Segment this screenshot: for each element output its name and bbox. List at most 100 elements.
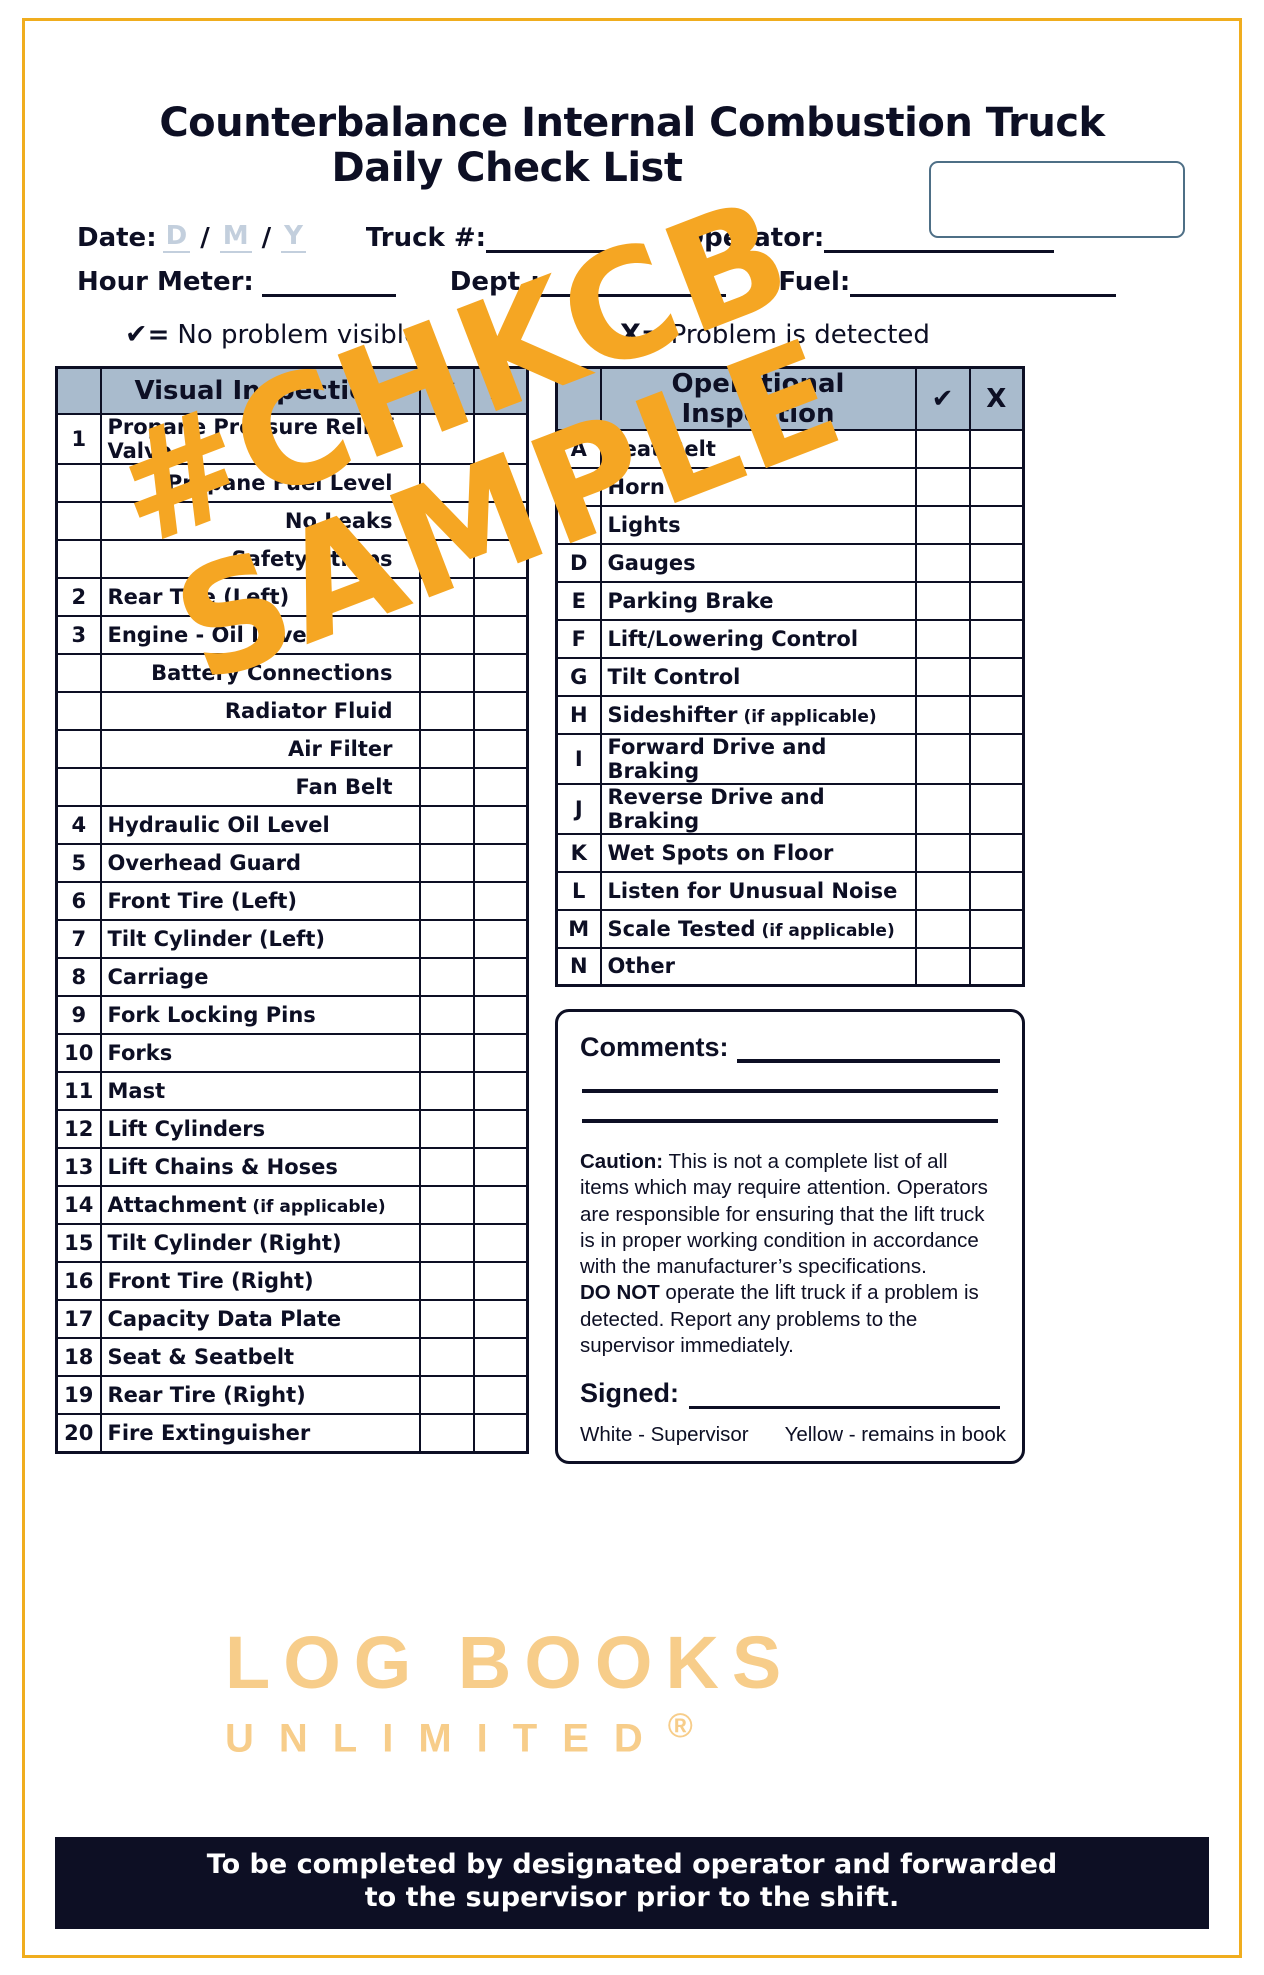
x-cell[interactable] [472,463,529,504]
row-number: 9 [55,995,102,1036]
x-cell[interactable] [968,504,1025,545]
operator-input[interactable] [824,249,1055,253]
signature-input[interactable] [689,1405,1000,1410]
row-item-label: Hydraulic Oil Level [99,805,421,846]
check-cell[interactable] [914,832,971,873]
check-cell[interactable] [418,995,475,1036]
x-cell[interactable] [472,653,529,694]
x-cell[interactable] [472,501,529,542]
check-cell[interactable] [914,946,971,987]
x-cell[interactable] [472,1185,529,1226]
check-cell[interactable] [418,1223,475,1264]
check-cell[interactable] [914,504,971,545]
x-cell[interactable] [968,694,1025,735]
x-cell[interactable] [472,1223,529,1264]
x-cell[interactable] [472,539,529,580]
check-cell[interactable] [914,870,971,911]
x-cell[interactable] [472,995,529,1036]
x-cell[interactable] [472,957,529,998]
x-cell[interactable] [472,881,529,922]
check-cell[interactable] [418,957,475,998]
check-cell[interactable] [418,1185,475,1226]
check-cell[interactable] [418,653,475,694]
hour-meter-input[interactable] [261,293,396,297]
check-cell[interactable] [914,428,971,469]
x-cell[interactable] [472,1109,529,1150]
x-cell[interactable] [968,428,1025,469]
check-cell[interactable] [418,1147,475,1188]
x-cell[interactable] [472,413,529,466]
x-cell[interactable] [472,615,529,656]
check-cell[interactable] [914,618,971,659]
check-cell[interactable] [914,466,971,507]
check-cell[interactable] [418,1071,475,1112]
x-cell[interactable] [472,767,529,808]
header-entry-box[interactable] [929,161,1185,238]
date-year-field[interactable]: Y [281,223,306,253]
date-day-field[interactable]: D [162,223,191,253]
check-cell[interactable] [914,580,971,621]
x-cell[interactable] [472,805,529,846]
x-cell[interactable] [472,1147,529,1188]
x-cell[interactable] [472,1337,529,1378]
x-cell[interactable] [968,466,1025,507]
check-cell[interactable] [418,843,475,884]
check-cell[interactable] [914,908,971,949]
date-month-field[interactable]: M [219,223,252,253]
x-cell[interactable] [472,729,529,770]
check-cell[interactable] [914,732,971,785]
truck-number-input[interactable] [486,249,637,253]
x-cell[interactable] [472,1261,529,1302]
fuel-input[interactable] [850,293,1117,297]
x-cell[interactable] [968,832,1025,873]
check-cell[interactable] [418,691,475,732]
x-cell[interactable] [968,542,1025,583]
x-cell[interactable] [472,1299,529,1340]
check-cell[interactable] [914,542,971,583]
check-cell[interactable] [418,1033,475,1074]
comments-input-line-1[interactable] [736,1058,1000,1064]
check-cell[interactable] [418,615,475,656]
x-cell[interactable] [472,843,529,884]
x-cell[interactable] [968,946,1025,987]
check-cell[interactable] [418,1109,475,1150]
row-item-label: Rear Tire (Right) [99,1375,421,1416]
x-cell[interactable] [472,1375,529,1416]
check-cell[interactable] [418,881,475,922]
x-cell[interactable] [472,1033,529,1074]
check-cell[interactable] [418,1337,475,1378]
table-row: L Listen for Unusual Noise [555,870,1025,911]
x-cell[interactable] [472,1071,529,1112]
x-cell[interactable] [968,870,1025,911]
check-cell[interactable] [418,463,475,504]
x-cell[interactable] [472,919,529,960]
x-cell[interactable] [968,580,1025,621]
x-cell[interactable] [472,691,529,732]
x-cell[interactable] [472,1413,529,1454]
dept-input[interactable] [540,293,727,297]
check-cell[interactable] [914,782,971,835]
comments-input-line-3[interactable] [582,1119,998,1124]
x-cell[interactable] [968,618,1025,659]
check-cell[interactable] [914,656,971,697]
check-cell[interactable] [418,919,475,960]
x-cell[interactable] [968,656,1025,697]
check-cell[interactable] [418,729,475,770]
check-cell[interactable] [418,539,475,580]
check-cell[interactable] [418,413,475,466]
check-cell[interactable] [418,577,475,618]
x-cell[interactable] [472,577,529,618]
x-cell[interactable] [968,908,1025,949]
check-cell[interactable] [418,1413,475,1454]
x-cell[interactable] [968,732,1025,785]
x-cell[interactable] [968,782,1025,835]
check-cell[interactable] [914,694,971,735]
check-cell[interactable] [418,1261,475,1302]
check-cell[interactable] [418,805,475,846]
comments-input-line-2[interactable] [582,1089,998,1094]
row-item-label: Listen for Unusual Noise [599,870,917,911]
check-cell[interactable] [418,501,475,542]
check-cell[interactable] [418,1299,475,1340]
check-cell[interactable] [418,1375,475,1416]
check-cell[interactable] [418,767,475,808]
